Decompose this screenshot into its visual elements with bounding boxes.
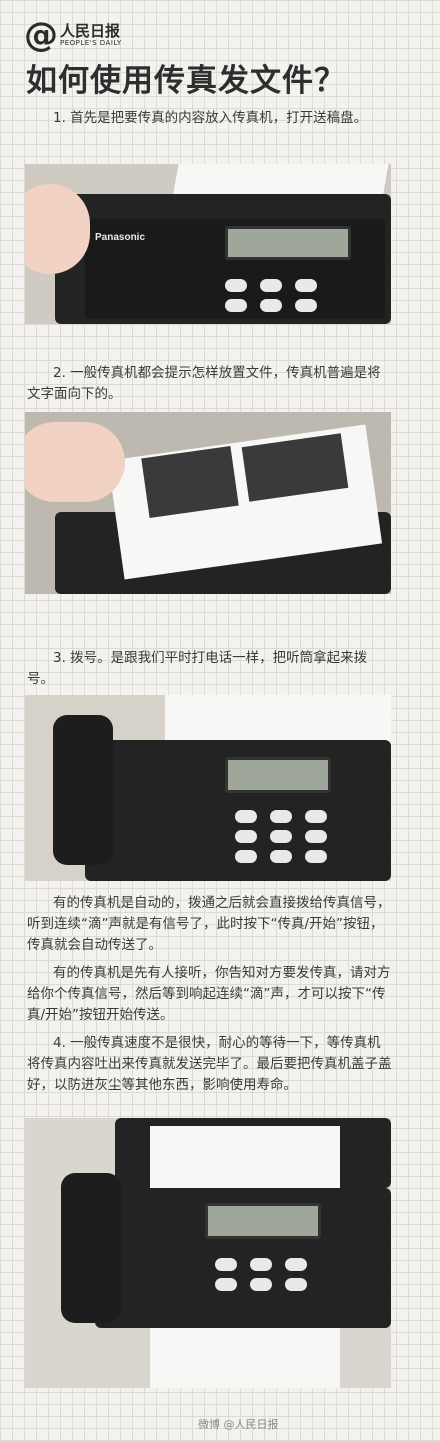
auto-fax-text: 有的传真机是自动的，拨通之后就会直接拨给传真信号，听到连续“滴”声就是有信号了，… xyxy=(27,895,391,953)
photo-fax-open-tray: Panasonic xyxy=(25,164,391,324)
photo-fax-insert-paper xyxy=(25,412,391,594)
step-4-text: 4. 一般传真速度不是很快，耐心的等待一下，等传真机将传真内容吐出来传真就发送完… xyxy=(27,1035,392,1093)
photo-fax-dial xyxy=(25,695,391,881)
logo-name: 人民日报 xyxy=(60,22,121,40)
logo-name-en: PEOPLE'S DAILY xyxy=(60,39,122,47)
photo-fax-output xyxy=(25,1118,391,1388)
manual-fax-text: 有的传真机是先有人接听，你告知对方要发传真，请对方给你个传真信号，然后等到响起连… xyxy=(27,965,391,1023)
step-3-text: 3. 拨号。是跟我们平时打电话一样，把听筒拿起来拨号。 xyxy=(27,650,368,687)
logo-at-icon: @ xyxy=(24,15,58,55)
step-2-text: 2. 一般传真机都会提示怎样放置文件，传真机普遍是将文字面向下的。 xyxy=(27,365,381,402)
page-title: 如何使用传真发文件？ xyxy=(26,63,346,99)
logo: @ 人民日报 PEOPLE'S DAILY xyxy=(24,18,122,52)
photo-brand: Panasonic xyxy=(95,232,146,243)
footer-watermark: 微博 @人民日报 xyxy=(198,1418,279,1431)
step-1-text: 1. 首先是把要传真的内容放入传真机，打开送稿盘。 xyxy=(53,110,368,126)
